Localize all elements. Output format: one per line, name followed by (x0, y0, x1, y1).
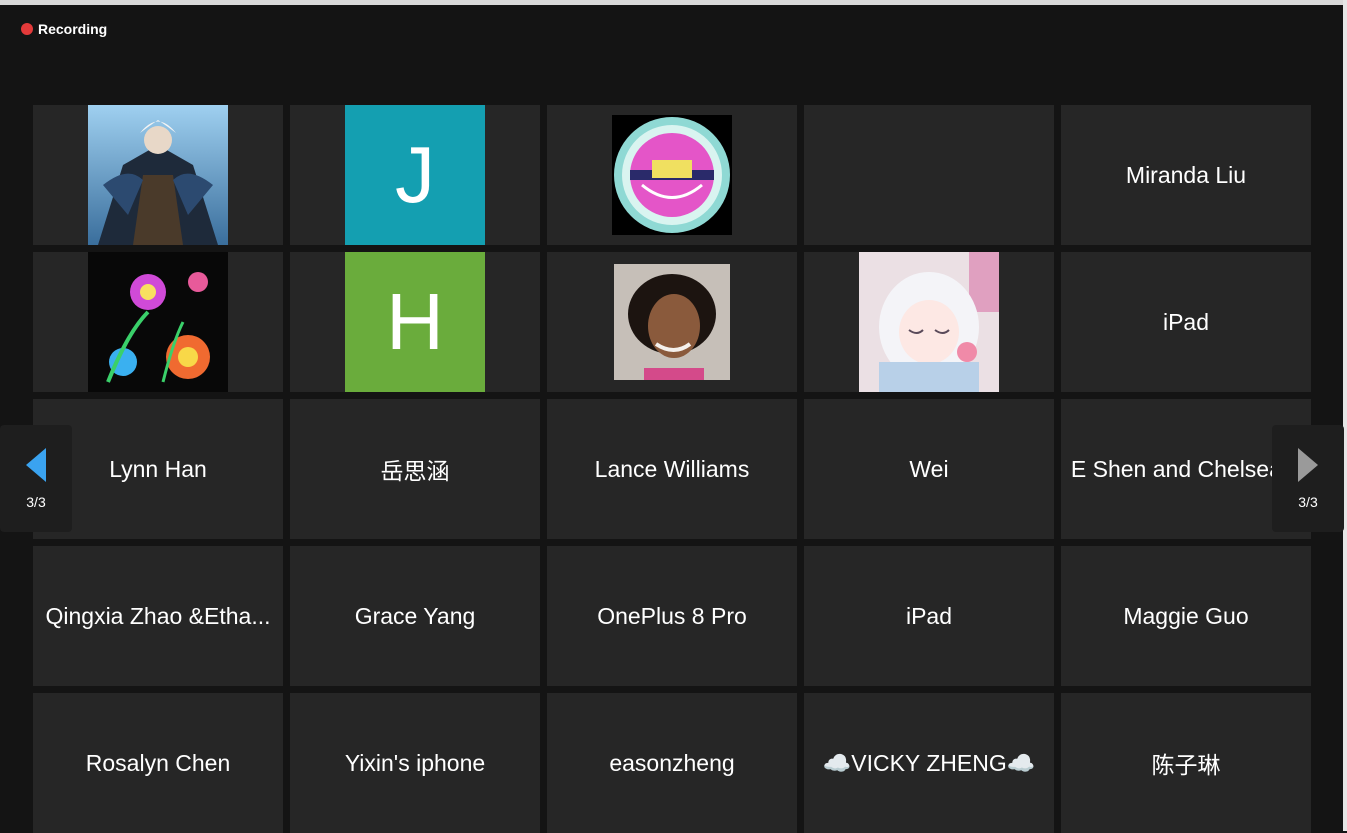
participant-name: 陈子琳 (1151, 752, 1221, 778)
participant-tile[interactable]: Grace Yang (290, 546, 540, 686)
participant-name: Rosalyn Chen (85, 749, 231, 776)
participant-name: OnePlus 8 Pro (597, 602, 747, 629)
participant-name: easonzheng (609, 749, 735, 776)
participant-grid: J Miranda Liu H iPad Lynn Han 岳思涵 Lance … (33, 105, 1311, 833)
participant-tile[interactable]: Lance Williams (547, 399, 797, 539)
participant-name: Wei (909, 455, 949, 482)
participant-tile[interactable] (804, 252, 1054, 392)
participant-name: 岳思涵 (380, 458, 450, 484)
participant-tile[interactable] (33, 105, 283, 245)
participant-tile[interactable]: Qingxia Zhao &Etha... (33, 546, 283, 686)
participant-name: Yixin's iphone (344, 749, 486, 776)
arrow-right-icon (1298, 447, 1318, 482)
participant-name: iPad (1162, 308, 1210, 335)
participant-tile[interactable]: H (290, 252, 540, 392)
next-page-button[interactable]: 3/3 (1272, 425, 1344, 532)
page-indicator: 3/3 (26, 493, 46, 510)
participant-tile[interactable]: OnePlus 8 Pro (547, 546, 797, 686)
participant-tile[interactable]: iPad (1061, 252, 1311, 392)
neon-flowers-avatar-icon (88, 252, 228, 392)
participant-tile[interactable]: iPad (804, 546, 1054, 686)
recording-indicator: Recording (21, 21, 107, 37)
participant-name: Grace Yang (354, 602, 476, 629)
letter-avatar: H (345, 252, 485, 392)
anime-girl-avatar-icon (859, 252, 999, 392)
recording-label: Recording (38, 21, 108, 37)
previous-page-button[interactable]: 3/3 (0, 425, 72, 532)
participant-tile[interactable]: Rosalyn Chen (33, 693, 283, 833)
participant-tile[interactable] (804, 105, 1054, 245)
avatar-letter: J (395, 130, 435, 219)
window-top-bar (0, 0, 1347, 5)
participant-tile[interactable] (33, 252, 283, 392)
letter-avatar: J (345, 105, 485, 245)
participant-tile[interactable]: 陈子琳 (1061, 693, 1311, 833)
participant-tile[interactable]: easonzheng (547, 693, 797, 833)
warrior-avatar-icon (88, 105, 228, 245)
participant-tile[interactable]: Maggie Guo (1061, 546, 1311, 686)
participant-tile[interactable]: ☁️VICKY ZHENG☁️ (804, 693, 1054, 833)
woman-photo-icon (614, 264, 730, 380)
participant-tile[interactable] (547, 105, 797, 245)
participant-name: Maggie Guo (1123, 602, 1249, 629)
participant-name: Qingxia Zhao &Etha... (45, 602, 271, 629)
participant-name: E Shen and Chelsea... (1070, 455, 1302, 482)
participant-name: Miranda Liu (1125, 161, 1247, 188)
avatar-letter: H (386, 277, 444, 366)
participant-tile[interactable]: J (290, 105, 540, 245)
recording-dot-icon (21, 23, 33, 35)
window-right-edge (1343, 0, 1347, 831)
arrow-left-icon (26, 447, 46, 482)
participant-name: Lance Williams (594, 455, 750, 482)
participant-tile[interactable]: Miranda Liu (1061, 105, 1311, 245)
participant-tile[interactable]: Wei (804, 399, 1054, 539)
participant-name: ☁️VICKY ZHENG☁️ (822, 749, 1036, 776)
participant-tile[interactable] (547, 252, 797, 392)
chinese-school-logo-icon (612, 115, 732, 235)
participant-tile[interactable]: Yixin's iphone (290, 693, 540, 833)
participant-name: Lynn Han (109, 455, 207, 482)
page-indicator: 3/3 (1298, 493, 1318, 510)
participant-tile[interactable]: 岳思涵 (290, 399, 540, 539)
participant-name: iPad (905, 602, 953, 629)
